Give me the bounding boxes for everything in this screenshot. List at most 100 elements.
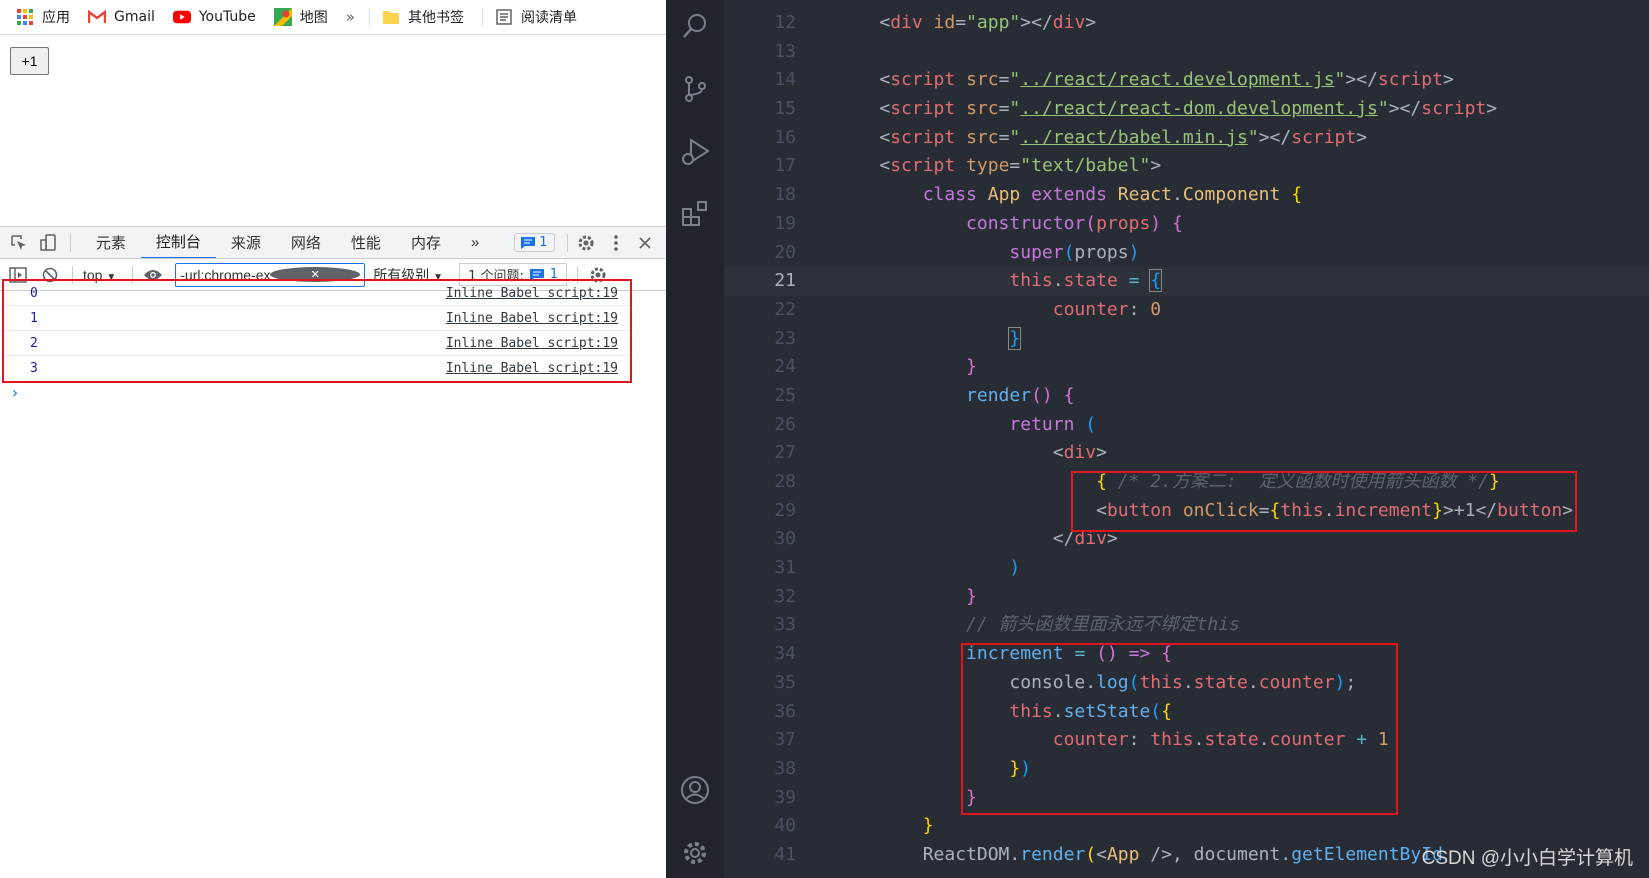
console-source-link[interactable]: Inline Babel script:19 bbox=[446, 361, 618, 376]
bookmarks-bar: 应用 Gmail YouTube 地图 » 其他书签 阅读清单 bbox=[0, 0, 666, 35]
code-line: 28 { /* 2.方案二: 定义函数时使用箭头函数 */} bbox=[724, 468, 1649, 497]
search-icon[interactable] bbox=[679, 10, 711, 42]
bookmark-label: 应用 bbox=[42, 10, 70, 26]
device-toolbar-icon[interactable] bbox=[40, 233, 58, 253]
console-message-value: 0 bbox=[30, 285, 38, 301]
console-message: 1 Inline Babel script:19 bbox=[4, 306, 630, 331]
tab-memory[interactable]: 内存 bbox=[396, 227, 456, 258]
line-number: 23 bbox=[774, 327, 796, 349]
bookmarks-divider bbox=[368, 8, 370, 26]
line-number: 40 bbox=[774, 815, 796, 837]
extensions-icon[interactable] bbox=[679, 197, 711, 229]
code-line: 32 } bbox=[724, 583, 1649, 612]
issues-badge[interactable]: 1 bbox=[514, 233, 555, 252]
increment-button[interactable]: +1 bbox=[10, 47, 49, 75]
kebab-menu-icon[interactable] bbox=[607, 233, 624, 253]
devtools-tab-bar: 元素 控制台 来源 网络 性能 内存 » 1 bbox=[0, 227, 666, 259]
code-line: 18 class App extends React.Component { bbox=[724, 181, 1649, 210]
close-icon[interactable] bbox=[637, 233, 654, 253]
code-line: 20 super(props) bbox=[724, 239, 1649, 268]
line-number: 14 bbox=[774, 69, 796, 91]
page-content: +1 bbox=[0, 36, 666, 226]
line-number: 34 bbox=[774, 643, 796, 665]
console-source-link[interactable]: Inline Babel script:19 bbox=[446, 336, 618, 351]
line-number: 13 bbox=[774, 40, 796, 62]
console-message: 2 Inline Babel script:19 bbox=[4, 331, 630, 356]
code-line: 15 <script src="../react/react-dom.devel… bbox=[724, 95, 1649, 124]
reading-list-icon bbox=[495, 8, 513, 26]
line-number: 12 bbox=[774, 12, 796, 33]
code-editor-pane: 12 <div id="app"></div> 13 14 <script sr… bbox=[666, 0, 1649, 878]
code-line: 12 <div id="app"></div> bbox=[724, 9, 1649, 38]
line-number: 38 bbox=[774, 757, 796, 779]
bookmark-label: 地图 bbox=[299, 10, 328, 26]
code-line: 40 } bbox=[724, 812, 1649, 841]
code-line-current: 21 this.state = { bbox=[724, 267, 1649, 296]
code-line: 25 render() { bbox=[724, 382, 1649, 411]
watermark: CSDN @小小白学计算机 bbox=[1421, 848, 1633, 869]
line-number: 24 bbox=[774, 356, 796, 378]
line-number: 17 bbox=[774, 155, 796, 177]
code-line: 27 <div> bbox=[724, 439, 1649, 468]
line-number: 19 bbox=[774, 212, 796, 234]
code-line: 30 </div> bbox=[724, 525, 1649, 554]
youtube-icon bbox=[172, 8, 191, 26]
code-line: 24 } bbox=[724, 353, 1649, 382]
tab-elements[interactable]: 元素 bbox=[81, 227, 141, 258]
bookmark-gmail[interactable]: Gmail bbox=[88, 8, 155, 26]
line-number: 28 bbox=[774, 471, 796, 492]
line-number: 35 bbox=[774, 671, 796, 693]
line-number: 32 bbox=[774, 585, 796, 607]
line-number: 41 bbox=[774, 843, 796, 865]
console-source-link[interactable]: Inline Babel script:19 bbox=[446, 286, 618, 301]
code-line: 23 } bbox=[724, 325, 1649, 354]
line-number: 26 bbox=[774, 413, 796, 435]
line-number: 33 bbox=[774, 614, 796, 636]
console-message: 3 Inline Babel script:19 bbox=[4, 356, 630, 381]
line-number: 31 bbox=[774, 557, 796, 579]
toolbar-divider bbox=[566, 233, 568, 252]
console-source-link[interactable]: Inline Babel script:19 bbox=[446, 311, 618, 326]
bookmark-reading-list[interactable]: 阅读清单 bbox=[495, 7, 577, 27]
code-line: 14 <script src="../react/react.developme… bbox=[724, 66, 1649, 95]
code-line: 29 <button onClick={this.increment}>+1</… bbox=[724, 497, 1649, 526]
code-line: 35 console.log(this.state.counter); bbox=[724, 669, 1649, 698]
gear-icon[interactable] bbox=[577, 233, 595, 253]
code-line: 38 }) bbox=[724, 755, 1649, 784]
bookmark-label: 其他书签 bbox=[407, 10, 464, 26]
code-line: 39 } bbox=[724, 784, 1649, 813]
tab-sources[interactable]: 来源 bbox=[216, 227, 276, 258]
code-line: 17 <script type="text/babel"> bbox=[724, 152, 1649, 181]
code-line: 31 ) bbox=[724, 554, 1649, 583]
source-control-icon[interactable] bbox=[679, 73, 711, 105]
tab-console[interactable]: 控制台 bbox=[140, 227, 216, 258]
settings-gear-icon[interactable] bbox=[679, 837, 711, 869]
code-line: 26 return ( bbox=[724, 411, 1649, 440]
toolbar-divider bbox=[70, 233, 71, 252]
code-area[interactable]: 12 <div id="app"></div> 13 14 <script sr… bbox=[724, 9, 1649, 870]
console-prompt[interactable]: › bbox=[10, 383, 20, 402]
bookmark-other[interactable]: 其他书签 bbox=[382, 7, 464, 27]
console-message-value: 2 bbox=[30, 335, 38, 351]
tab-performance[interactable]: 性能 bbox=[336, 227, 396, 258]
bookmark-label: 阅读清单 bbox=[520, 10, 577, 26]
inspect-element-icon[interactable] bbox=[10, 233, 28, 253]
gmail-icon bbox=[88, 8, 106, 26]
devtools-panel: 元素 控制台 来源 网络 性能 内存 » 1 top ▼ -url:chrome… bbox=[0, 226, 666, 878]
code-line: 37 counter: this.state.counter + 1 bbox=[724, 726, 1649, 755]
console-output-highlight: 0 Inline Babel script:19 1 Inline Babel … bbox=[2, 279, 632, 383]
line-number: 37 bbox=[774, 729, 796, 751]
bookmark-apps[interactable]: 应用 bbox=[16, 7, 70, 27]
run-debug-icon[interactable] bbox=[679, 136, 711, 168]
bookmarks-divider bbox=[481, 8, 483, 26]
tab-network[interactable]: 网络 bbox=[276, 227, 336, 258]
activity-bar bbox=[666, 0, 724, 878]
bookmark-youtube[interactable]: YouTube bbox=[172, 8, 256, 26]
code-line: 19 constructor(props) { bbox=[724, 210, 1649, 239]
more-tabs-button[interactable]: » bbox=[456, 227, 494, 258]
line-number: 18 bbox=[774, 184, 796, 206]
bookmark-maps[interactable]: 地图 bbox=[273, 7, 328, 27]
account-icon[interactable] bbox=[679, 774, 711, 806]
bookmarks-overflow-button[interactable]: » bbox=[346, 8, 355, 26]
line-number: 29 bbox=[774, 499, 796, 521]
